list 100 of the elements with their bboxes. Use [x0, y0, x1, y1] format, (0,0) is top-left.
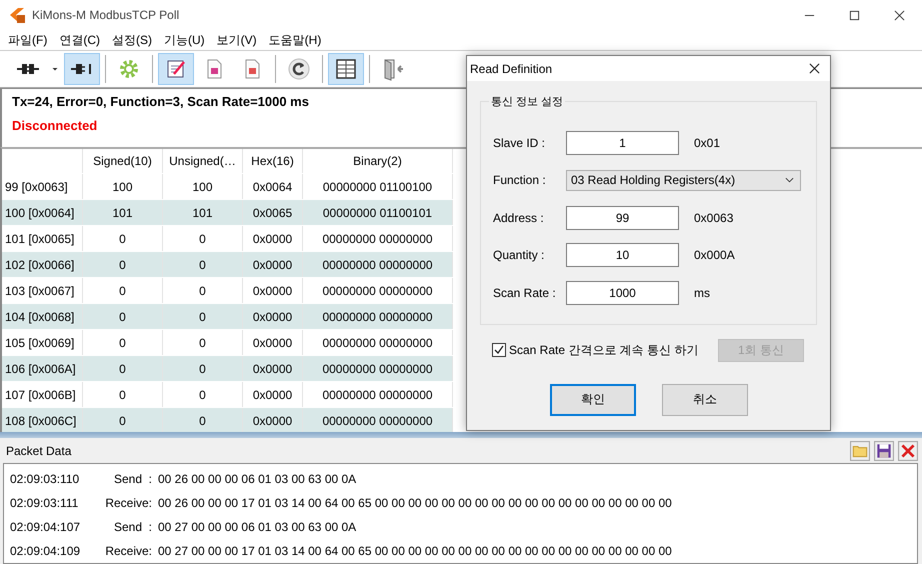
- dialog-title: Read Definition: [470, 62, 552, 76]
- table-cell: 0x0000: [243, 226, 303, 251]
- table-cell: 0: [163, 382, 243, 407]
- connection-status: Disconnected: [12, 118, 98, 133]
- table-cell: 100: [163, 174, 243, 199]
- field-note: 0x000A: [694, 248, 735, 262]
- app-logo-icon: [8, 6, 26, 24]
- log-time: 02:09:03:110: [10, 472, 80, 486]
- field-label: Scan Rate :: [493, 286, 557, 300]
- log-direction: Receive:: [104, 496, 153, 510]
- column-header: Unsigned(…: [163, 149, 243, 173]
- table-cell: 0: [163, 278, 243, 303]
- table-cell: 107 [0x006B]: [2, 382, 83, 407]
- menu-item[interactable]: 파일(F): [2, 32, 54, 48]
- table-cell: 0: [83, 356, 163, 381]
- table-cell: 0x0000: [243, 278, 303, 303]
- field-note: ms: [694, 286, 710, 300]
- function-dropdown[interactable]: 03 Read Holding Registers(4x): [566, 170, 801, 191]
- table-cell: 0: [163, 226, 243, 251]
- table-cell: 0x0064: [243, 174, 303, 199]
- menu-item[interactable]: 도움말(H): [262, 32, 328, 48]
- field-label: Function :: [493, 173, 547, 188]
- field-label: Quantity :: [493, 248, 546, 262]
- save-icon[interactable]: [874, 440, 894, 460]
- log-direction: Send :: [112, 520, 153, 534]
- field-label: Slave ID :: [493, 136, 546, 150]
- table-cell: 99 [0x0063]: [2, 174, 83, 199]
- table-cell: 0x0000: [243, 356, 303, 381]
- table-cell: 0: [163, 252, 243, 277]
- input-field[interactable]: 1: [566, 130, 679, 155]
- table-cell: 0: [83, 382, 163, 407]
- input-field[interactable]: 1000: [566, 280, 679, 305]
- toolbar-button[interactable]: [158, 53, 194, 85]
- panel-title: Packet Data: [6, 444, 72, 458]
- menu-item[interactable]: 설정(S): [106, 32, 158, 48]
- checkbox-label: Scan Rate 간격으로 계속 통신 하기: [509, 342, 698, 358]
- table-cell: 104 [0x0068]: [2, 304, 83, 329]
- log-direction: Receive:: [104, 544, 153, 558]
- table-cell: 0: [163, 356, 243, 381]
- log-data: 00 27 00 00 00 06 01 03 00 63 00 0A: [158, 520, 356, 534]
- cancel-button[interactable]: 취소: [662, 384, 748, 416]
- table-cell: 00000000 00000000: [303, 278, 453, 303]
- gear-icon: [117, 57, 141, 81]
- column-header: Hex(16): [243, 149, 303, 173]
- table-cell: 101 [0x0065]: [2, 226, 83, 251]
- field-label: Address :: [493, 210, 545, 225]
- table-cell: 00000000 01100101: [303, 200, 453, 225]
- menu-item[interactable]: 기능(U): [158, 32, 211, 48]
- refresh-icon: [287, 57, 311, 81]
- log-time: 02:09:04:109: [10, 544, 82, 558]
- chevron-down-icon: [785, 177, 794, 184]
- toolbar-button[interactable]: [64, 53, 100, 85]
- table-cell: 00000000 00000000: [303, 356, 453, 381]
- table-cell: 106 [0x006A]: [2, 356, 83, 381]
- checkbox[interactable]: [492, 343, 506, 357]
- toolbar-button[interactable]: [328, 53, 364, 85]
- table-cell: 00000000 01100100: [303, 174, 453, 199]
- table-cell: 0: [163, 330, 243, 355]
- log-data: 00 26 00 00 00 17 01 03 14 00 64 00 65 00 00 00 00 00 00 00 00 00 00 00 00 00 00 00 00 00 00: [158, 496, 672, 510]
- table-cell: 0: [163, 408, 243, 432]
- field-note: 0x0063: [694, 210, 734, 225]
- table-cell: 105 [0x0069]: [2, 330, 83, 355]
- close-icon[interactable]: [809, 63, 820, 74]
- menu-item[interactable]: 연결(C): [53, 32, 106, 48]
- table-cell: 101: [83, 200, 163, 225]
- table-cell: 00000000 00000000: [303, 252, 453, 277]
- field-note: 0x01: [694, 136, 720, 150]
- table-cell: 00000000 00000000: [303, 226, 453, 251]
- table-cell: 0: [83, 408, 163, 432]
- table-cell: 0x0000: [243, 382, 303, 407]
- table-cell: 0x0000: [243, 408, 303, 432]
- table-cell: 108 [0x006C]: [2, 408, 83, 432]
- log-data: 00 26 00 00 00 06 01 03 00 63 00 0A: [158, 472, 356, 486]
- input-field[interactable]: 10: [566, 243, 679, 268]
- column-header: Signed(10): [83, 149, 163, 173]
- table-cell: 0: [83, 330, 163, 355]
- table-cell: 0: [83, 226, 163, 251]
- status-summary: Tx=24, Error=0, Function=3, Scan Rate=1000 ms: [12, 94, 309, 109]
- table-cell: 102 [0x0066]: [2, 252, 83, 277]
- table-cell: 0x0065: [243, 200, 303, 225]
- table-cell: 0: [83, 278, 163, 303]
- table-cell: 00000000 00000000: [303, 304, 453, 329]
- input-field[interactable]: 99: [566, 206, 679, 230]
- table-cell: 00000000 00000000: [303, 330, 453, 355]
- table-cell: 0x0000: [243, 304, 303, 329]
- log-data: 00 27 00 00 00 17 01 03 14 00 64 00 65 00 00 00 00 00 00 00 00 00 00 00 00 00 00 00 00 00 00: [158, 544, 672, 558]
- table-cell: 101: [163, 200, 243, 225]
- table-cell: 0: [83, 304, 163, 329]
- ok-button[interactable]: 확인: [550, 384, 636, 416]
- group-title: 통신 정보 설정: [489, 94, 566, 109]
- table-cell: 100: [83, 174, 163, 199]
- column-header: Binary(2): [303, 149, 453, 173]
- log-direction: Send :: [112, 472, 153, 486]
- table-cell: 0x0000: [243, 330, 303, 355]
- menu-item[interactable]: 보기(V): [210, 32, 263, 48]
- table-cell: 00000000 00000000: [303, 382, 453, 407]
- table-cell: 0: [83, 252, 163, 277]
- table-cell: 0: [163, 304, 243, 329]
- table-cell: 0x0000: [243, 252, 303, 277]
- delete-icon[interactable]: [898, 440, 918, 460]
